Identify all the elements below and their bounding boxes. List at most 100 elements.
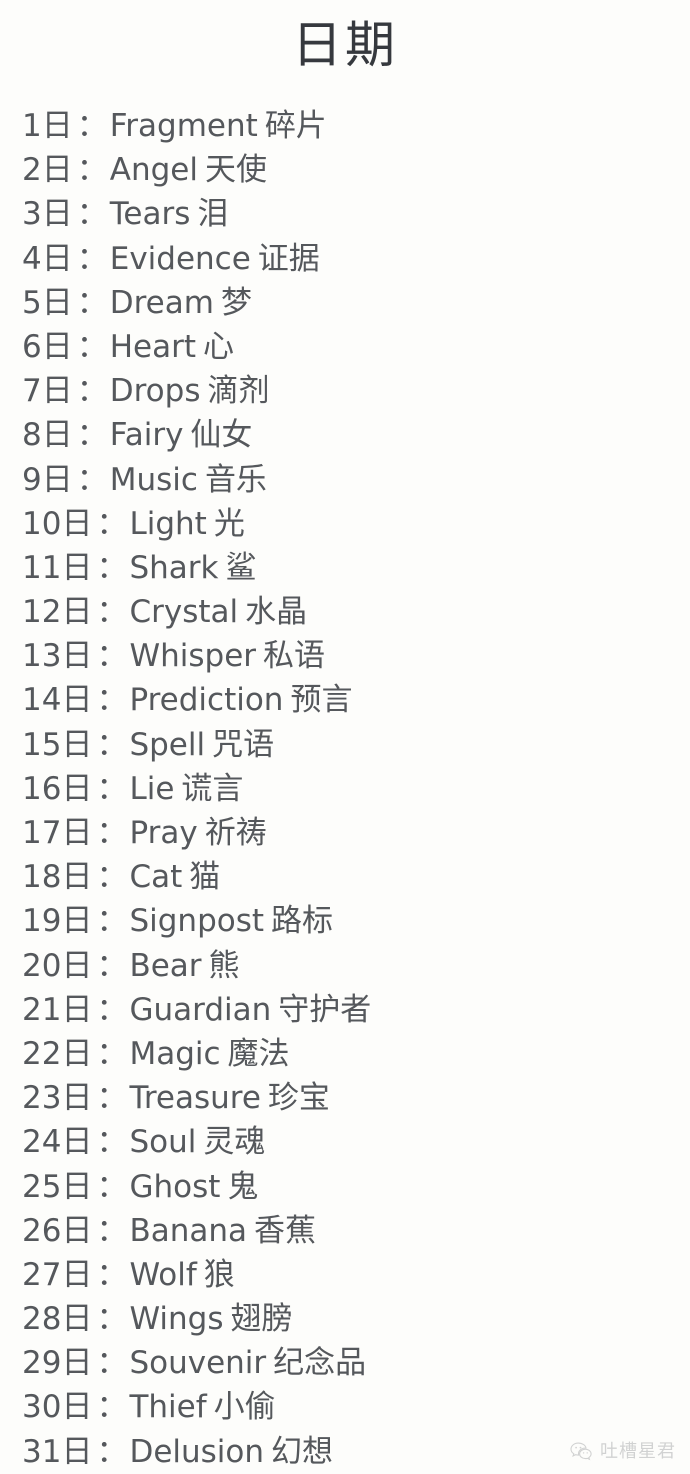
separator-colon: ： bbox=[76, 328, 108, 365]
term-chinese: 纪念品 bbox=[273, 1345, 367, 1382]
separator-colon: ： bbox=[96, 1433, 128, 1470]
term-chinese: 谎言 bbox=[181, 770, 244, 807]
page-title: 日期 bbox=[292, 16, 398, 74]
term-chinese: 梦 bbox=[220, 284, 252, 321]
term-english: Signpost bbox=[129, 903, 265, 940]
term-chinese: 咒语 bbox=[212, 726, 275, 763]
separator-colon: ： bbox=[76, 152, 108, 189]
page-title-bar: 日期 bbox=[0, 0, 690, 78]
day-number: 19 bbox=[22, 903, 62, 940]
day-unit-label: 日 bbox=[41, 240, 73, 277]
date-term-row: 14日 ：Prediction 预言 bbox=[22, 678, 690, 722]
term-english: Delusion bbox=[129, 1433, 265, 1470]
term-english: Ghost bbox=[129, 1168, 221, 1205]
date-term-row: 7日 ：Drops 滴剂 bbox=[22, 369, 690, 413]
wechat-icon bbox=[569, 1440, 593, 1464]
separator-colon: ： bbox=[96, 947, 128, 984]
term-english: Dream bbox=[109, 284, 214, 321]
day-number: 4 bbox=[22, 240, 42, 277]
date-term-row: 25日 ：Ghost 鬼 bbox=[22, 1165, 690, 1209]
day-unit-label: 日 bbox=[61, 1256, 93, 1293]
date-term-row: 18日 ：Cat 猫 bbox=[22, 855, 690, 899]
day-number: 30 bbox=[22, 1389, 62, 1426]
day-unit-label: 日 bbox=[61, 770, 93, 807]
date-term-row: 9日 ：Music 音乐 bbox=[22, 458, 690, 502]
day-unit-label: 日 bbox=[61, 1433, 93, 1470]
term-chinese: 预言 bbox=[290, 682, 353, 719]
separator-colon: ： bbox=[76, 284, 108, 321]
term-english: Light bbox=[129, 505, 207, 542]
day-unit-label: 日 bbox=[41, 328, 73, 365]
separator-colon: ： bbox=[96, 991, 128, 1028]
term-chinese: 天使 bbox=[204, 152, 267, 189]
day-number: 29 bbox=[22, 1345, 62, 1382]
day-unit-label: 日 bbox=[61, 505, 93, 542]
day-number: 15 bbox=[22, 726, 62, 763]
term-chinese: 水晶 bbox=[245, 594, 308, 631]
date-term-row: 11日 ：Shark 鲨 bbox=[22, 546, 690, 590]
day-number: 26 bbox=[22, 1212, 62, 1249]
term-english: Guardian bbox=[129, 991, 272, 1028]
day-unit-label: 日 bbox=[61, 815, 93, 851]
term-chinese: 心 bbox=[203, 328, 235, 365]
day-number: 7 bbox=[22, 373, 42, 410]
day-number: 24 bbox=[22, 1124, 62, 1161]
day-number: 12 bbox=[22, 594, 62, 631]
day-number: 16 bbox=[22, 770, 62, 807]
day-number: 28 bbox=[22, 1301, 62, 1338]
term-english: Wolf bbox=[129, 1256, 197, 1293]
separator-colon: ： bbox=[76, 373, 108, 410]
separator-colon: ： bbox=[96, 726, 128, 763]
day-number: 17 bbox=[22, 815, 62, 851]
day-number: 13 bbox=[22, 638, 62, 675]
term-chinese: 灵魂 bbox=[203, 1124, 266, 1161]
day-unit-label: 日 bbox=[61, 1212, 93, 1249]
day-number: 5 bbox=[22, 284, 42, 321]
separator-colon: ： bbox=[96, 682, 128, 719]
term-english: Whisper bbox=[129, 638, 257, 675]
day-unit-label: 日 bbox=[61, 638, 93, 675]
term-chinese: 祈祷 bbox=[204, 815, 267, 851]
date-term-row: 4日 ：Evidence 证据 bbox=[22, 237, 690, 281]
separator-colon: ： bbox=[96, 549, 128, 586]
day-number: 1 bbox=[22, 108, 42, 144]
date-term-row: 23日 ：Treasure 珍宝 bbox=[22, 1076, 690, 1120]
term-chinese: 猫 bbox=[189, 859, 221, 896]
term-english: Fairy bbox=[109, 417, 184, 454]
day-unit-label: 日 bbox=[41, 461, 73, 498]
term-english: Spell bbox=[129, 726, 206, 763]
separator-colon: ： bbox=[76, 240, 108, 277]
day-unit-label: 日 bbox=[41, 196, 73, 233]
term-english: Crystal bbox=[129, 594, 239, 631]
term-chinese: 泪 bbox=[197, 196, 229, 233]
term-chinese: 路标 bbox=[271, 903, 334, 940]
day-number: 25 bbox=[22, 1168, 62, 1205]
date-term-row: 29日 ：Souvenir 纪念品 bbox=[22, 1341, 690, 1385]
term-chinese: 私语 bbox=[263, 638, 326, 675]
day-number: 11 bbox=[22, 549, 62, 586]
term-chinese: 光 bbox=[213, 505, 245, 542]
date-term-row: 21日 ：Guardian 守护者 bbox=[22, 988, 690, 1032]
date-term-row: 26日 ：Banana 香蕉 bbox=[22, 1209, 690, 1253]
term-english: Wings bbox=[129, 1301, 224, 1338]
term-english: Banana bbox=[129, 1212, 248, 1249]
day-number: 23 bbox=[22, 1080, 62, 1117]
term-english: Bear bbox=[129, 947, 202, 984]
date-term-row: 28日 ：Wings 翅膀 bbox=[22, 1297, 690, 1341]
separator-colon: ： bbox=[96, 1212, 128, 1249]
day-number: 18 bbox=[22, 859, 62, 896]
day-unit-label: 日 bbox=[61, 859, 93, 896]
term-english: Magic bbox=[129, 1035, 221, 1072]
term-english: Prediction bbox=[129, 682, 284, 719]
watermark-label: 吐槽星君 bbox=[600, 1441, 676, 1462]
day-number: 31 bbox=[22, 1433, 62, 1470]
separator-colon: ： bbox=[76, 196, 108, 233]
term-english: Music bbox=[109, 461, 198, 498]
day-number: 27 bbox=[22, 1256, 62, 1293]
term-english: Tears bbox=[109, 196, 191, 233]
date-term-row: 6日 ：Heart 心 bbox=[22, 325, 690, 369]
day-number: 14 bbox=[22, 682, 62, 719]
term-chinese: 守护者 bbox=[278, 991, 372, 1028]
term-english: Thief bbox=[129, 1389, 207, 1426]
term-english: Evidence bbox=[109, 240, 251, 277]
